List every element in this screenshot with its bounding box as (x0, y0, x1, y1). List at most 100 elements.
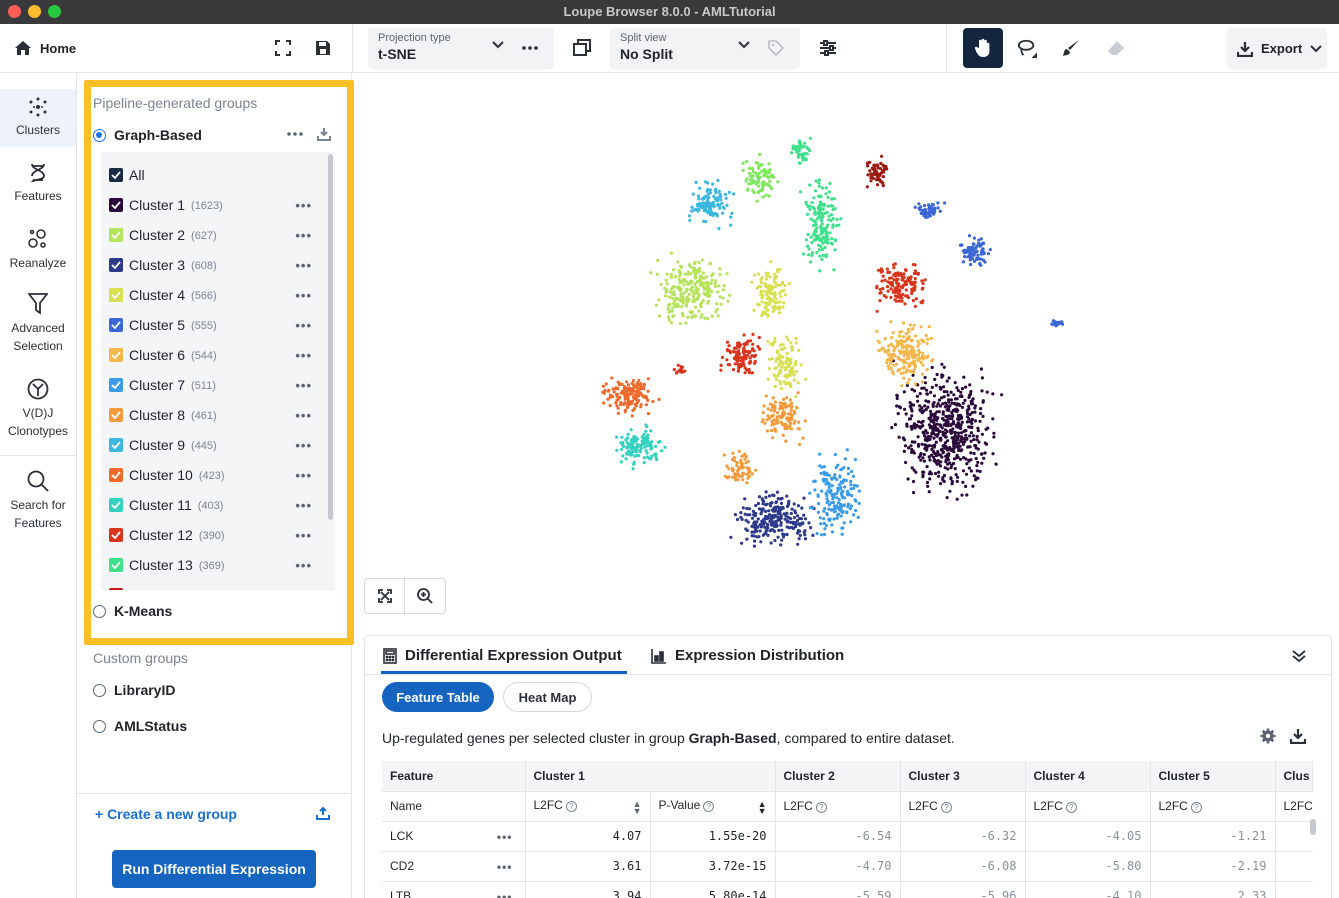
settings-sliders-icon[interactable] (818, 38, 838, 58)
help-icon[interactable]: ? (1065, 802, 1077, 813)
download-icon[interactable] (1290, 728, 1306, 744)
export-button[interactable]: Export (1227, 28, 1327, 69)
rail-item-vdj-clonotypes[interactable]: V(D)J Clonotypes (0, 378, 76, 440)
checkbox-checked-icon[interactable] (109, 228, 123, 242)
cluster-row[interactable]: Cluster 5 (555) ••• (109, 310, 324, 340)
more-options-icon[interactable]: ••• (497, 830, 513, 844)
help-icon[interactable]: ? (815, 802, 827, 813)
cluster-row[interactable]: Cluster 12 (390) ••• (109, 520, 324, 550)
checkbox-checked-icon[interactable] (109, 468, 123, 482)
duplicate-view-icon[interactable] (572, 38, 592, 58)
cluster-row[interactable]: Cluster 11 (403) ••• (109, 490, 324, 520)
gear-icon[interactable] (1260, 728, 1276, 744)
rail-item-clusters[interactable]: Clusters (0, 89, 76, 147)
download-icon[interactable] (317, 127, 331, 141)
cluster-row[interactable]: Cluster 7 (511) ••• (109, 370, 324, 400)
col-cluster-6[interactable]: Clus (1275, 761, 1314, 792)
create-group-link[interactable]: + Create a new group (95, 806, 237, 822)
cluster-row[interactable]: Cluster 2 (627) ••• (109, 220, 324, 250)
more-options-icon[interactable]: ••• (295, 348, 312, 363)
save-icon[interactable] (313, 38, 333, 58)
rail-item-advanced-selection[interactable]: Advanced Selection (0, 293, 76, 355)
pan-tool-button[interactable] (963, 28, 1003, 68)
home-button[interactable]: Home (14, 40, 76, 56)
cluster-row[interactable]: Cluster 6 (544) ••• (109, 340, 324, 370)
more-options-icon[interactable]: ••• (295, 258, 312, 273)
more-options-icon[interactable]: ••• (497, 890, 513, 898)
checkbox-checked-icon[interactable] (109, 558, 123, 572)
fullscreen-icon[interactable] (273, 38, 293, 58)
more-options-icon[interactable]: ••• (295, 288, 312, 303)
tab-expression-distribution[interactable]: Expression Distribution (651, 647, 844, 664)
checkbox-checked-icon[interactable] (109, 438, 123, 452)
checkbox-checked-icon[interactable] (109, 498, 123, 512)
sort-icon[interactable]: ▲ ▼ (633, 799, 642, 815)
zoom-button[interactable] (405, 579, 445, 613)
table-scrollbar[interactable] (1310, 819, 1316, 835)
kmeans-radio[interactable]: K-Means (93, 603, 172, 619)
lasso-tool-icon[interactable] (1017, 38, 1037, 58)
table-row[interactable]: CD2 ••• 3.61 3.72e-15 -4.70 -6.08 -5.80 -2.19 (382, 851, 1313, 882)
cluster-row[interactable]: Cluster 9 (445) ••• (109, 430, 324, 460)
libraryid-radio[interactable]: LibraryID (93, 682, 175, 698)
tsne-scatter-plot[interactable] (560, 125, 1080, 570)
cluster-list[interactable]: All Cluster 1 (1623) ••• Cluster 2 (627) ••• C… (101, 152, 335, 590)
more-options-icon[interactable]: ••• (295, 228, 312, 243)
more-options-icon[interactable]: ••• (295, 498, 312, 513)
graph-based-radio[interactable]: Graph-Based (93, 127, 202, 143)
upload-icon[interactable] (316, 806, 330, 820)
tab-differential-expression-output[interactable]: Differential Expression Output (383, 647, 622, 664)
col-cluster-3[interactable]: Cluster 3 (900, 761, 1026, 792)
checkbox-checked-icon[interactable] (109, 258, 123, 272)
checkbox-checked-icon[interactable] (109, 588, 123, 590)
help-icon[interactable]: ? (565, 800, 577, 812)
brush-tool-icon[interactable] (1061, 38, 1081, 58)
checkbox-checked-icon[interactable] (109, 528, 123, 542)
rail-item-reanalyze[interactable]: Reanalyze (0, 228, 76, 272)
more-options-icon[interactable]: ••• (295, 318, 312, 333)
cluster-all-row[interactable]: All (109, 160, 324, 190)
run-differential-expression-button[interactable]: Run Differential Expression (112, 850, 316, 888)
cluster-row[interactable]: Cluster 4 (566) ••• (109, 280, 324, 310)
checkbox-checked-icon[interactable] (109, 348, 123, 362)
feature-table-pill[interactable]: Feature Table (382, 682, 494, 712)
heat-map-pill[interactable]: Heat Map (503, 682, 592, 712)
cluster-row[interactable]: Cluster 8 (461) ••• (109, 400, 324, 430)
sort-icon[interactable]: ▲ ▼ (758, 799, 767, 815)
checkbox-checked-icon[interactable] (109, 378, 123, 392)
col-cluster-4[interactable]: Cluster 4 (1025, 761, 1151, 792)
cluster-row[interactable]: Cluster 14••• (109, 580, 324, 590)
collapse-chevrons-icon[interactable] (1292, 650, 1306, 662)
checkbox-checked-icon[interactable] (109, 318, 123, 332)
more-options-icon[interactable]: ••• (295, 468, 312, 483)
more-options-icon[interactable] (520, 38, 540, 58)
cluster-row[interactable]: Cluster 3 (608) ••• (109, 250, 324, 280)
rail-item-features[interactable]: Features (0, 163, 76, 205)
checkbox-checked-icon[interactable] (109, 288, 123, 302)
help-icon[interactable]: ? (940, 802, 952, 813)
rail-item-search-features[interactable]: Search for Features (0, 470, 76, 532)
more-options-icon[interactable]: ••• (295, 558, 312, 573)
more-options-icon[interactable]: ••• (295, 588, 312, 590)
checkbox-checked-icon[interactable] (109, 168, 123, 182)
col-l2fc-sort[interactable]: L2FC? ▲ ▼ (525, 791, 651, 822)
checkbox-checked-icon[interactable] (109, 408, 123, 422)
more-options-icon[interactable]: ••• (295, 378, 312, 393)
cluster-list-scrollbar[interactable] (328, 154, 333, 520)
col-cluster-1[interactable]: Cluster 1 (525, 761, 776, 792)
more-options-icon[interactable]: ••• (497, 860, 513, 874)
checkbox-checked-icon[interactable] (109, 198, 123, 212)
more-options-icon[interactable]: ••• (295, 198, 312, 213)
help-icon[interactable]: ? (1190, 802, 1202, 813)
table-row[interactable]: LCK ••• 4.07 1.55e-20 -6.54 -6.32 -4.05 -1.21 (382, 821, 1313, 852)
table-row[interactable]: LTB ••• 3.94 5.80e-14 -5.59 -5.96 -4.10 2.33 (382, 881, 1313, 898)
fit-to-view-button[interactable] (365, 579, 406, 613)
help-icon[interactable]: ? (703, 800, 715, 812)
cluster-row[interactable]: Cluster 10 (423) ••• (109, 460, 324, 490)
amlstatus-radio[interactable]: AMLStatus (93, 718, 187, 734)
cluster-row[interactable]: Cluster 1 (1623) ••• (109, 190, 324, 220)
more-options-icon[interactable] (287, 132, 303, 136)
col-cluster-5[interactable]: Cluster 5 (1150, 761, 1276, 792)
col-cluster-2[interactable]: Cluster 2 (775, 761, 901, 792)
cluster-row[interactable]: Cluster 13 (369) ••• (109, 550, 324, 580)
